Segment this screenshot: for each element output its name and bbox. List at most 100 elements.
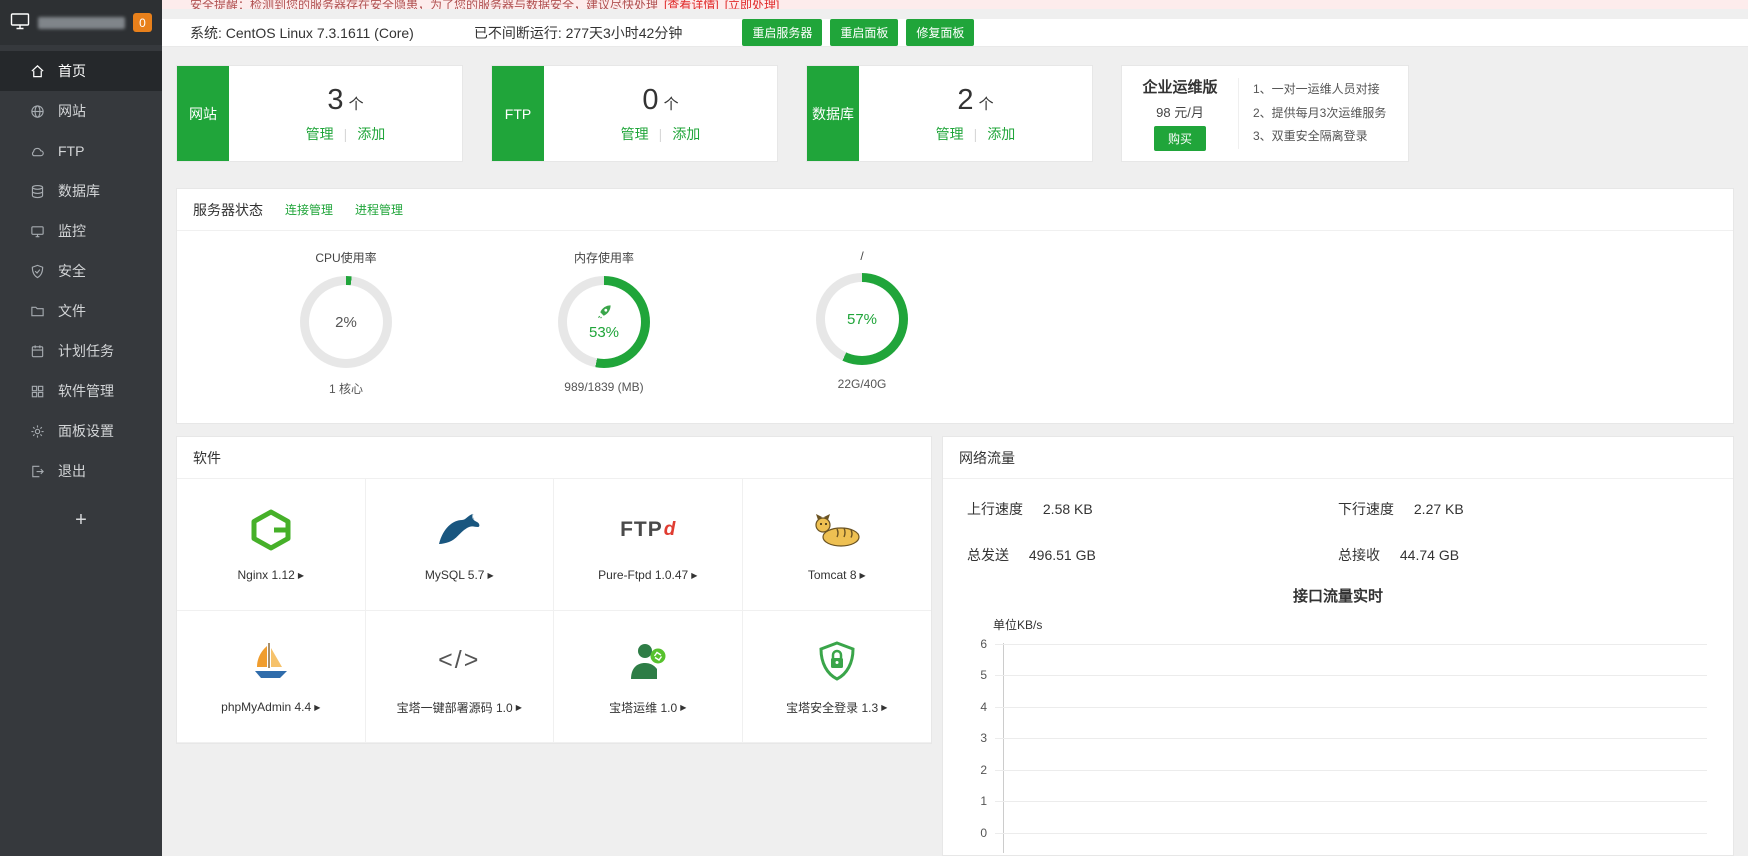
memory-usage-value: 53% bbox=[589, 324, 619, 341]
memory-gauge: 内存使用率 53% 989/1839 (MB) bbox=[475, 249, 733, 397]
process-manage-link[interactable]: 进程管理 bbox=[355, 201, 403, 218]
notice-fix-link[interactable]: [立即处理] bbox=[725, 0, 780, 9]
tomcat-icon bbox=[813, 507, 861, 553]
disk-usage-value: 57% bbox=[847, 311, 877, 328]
software-item-phpmyadmin[interactable]: phpMyAdmin 4.4▶ bbox=[177, 611, 366, 743]
software-item-deploy[interactable]: </> 宝塔一键部署源码 1.0▶ bbox=[366, 611, 555, 743]
software-item-mysql[interactable]: MySQL 5.7▶ bbox=[366, 479, 555, 611]
sidebar-item-logout[interactable]: 退出 bbox=[0, 451, 162, 491]
sidebar-expand-button[interactable]: + bbox=[0, 509, 162, 532]
sidebar-item-security[interactable]: 安全 bbox=[0, 251, 162, 291]
message-count-badge[interactable]: 0 bbox=[133, 13, 152, 32]
app: 0 首页 网站 FTP bbox=[0, 0, 1748, 856]
system-version-text: 系统: CentOS Linux 7.3.1611 (Core) bbox=[190, 23, 414, 43]
count-unit: 个 bbox=[349, 96, 364, 113]
sidebar-item-database[interactable]: 数据库 bbox=[0, 171, 162, 211]
home-icon bbox=[30, 64, 45, 79]
website-add-link[interactable]: 添加 bbox=[357, 124, 385, 144]
sidebar-item-label: FTP bbox=[58, 143, 84, 159]
sidebar-item-website[interactable]: 网站 bbox=[0, 91, 162, 131]
divider: | bbox=[659, 126, 663, 142]
uptime-text: 已不间断运行: 277天3小时42分钟 bbox=[474, 23, 683, 43]
sidebar-menu: 首页 网站 FTP 数据库 bbox=[0, 51, 162, 532]
security-notice-banner: 安全提醒：检测到您的服务器存在安全隐患，为了您的服务器与数据安全，建议尽快处理 … bbox=[162, 0, 1748, 9]
ftp-add-link[interactable]: 添加 bbox=[672, 124, 700, 144]
grid-icon bbox=[30, 384, 45, 399]
software-title: 软件 bbox=[193, 448, 221, 468]
release-memory-icon[interactable] bbox=[597, 304, 612, 322]
main-area: 安全提醒：检测到您的服务器存在安全隐患，为了您的服务器与数据安全，建议尽快处理 … bbox=[162, 0, 1748, 856]
sidebar-item-software[interactable]: 软件管理 bbox=[0, 371, 162, 411]
buy-button[interactable]: 购买 bbox=[1154, 126, 1206, 151]
sidebar-item-files[interactable]: 文件 bbox=[0, 291, 162, 331]
sidebar-item-monitor[interactable]: 监控 bbox=[0, 211, 162, 251]
sidebar-item-settings[interactable]: 面板设置 bbox=[0, 411, 162, 451]
monitor-icon bbox=[30, 224, 45, 239]
y-axis-tick: 1 bbox=[967, 794, 1707, 808]
open-arrow-icon: ▶ bbox=[860, 571, 866, 580]
promo-features: 1、一对一运维人员对接 2、提供每月3次运维服务 3、双重安全隔离登录 bbox=[1238, 78, 1408, 148]
database-stat-label: 数据库 bbox=[807, 66, 859, 161]
gear-icon bbox=[30, 424, 45, 439]
mysql-dolphin-icon bbox=[436, 507, 482, 553]
disk-donut: 57% bbox=[816, 273, 908, 365]
ftp-stat-body: 0个 管理 | 添加 bbox=[544, 66, 777, 161]
ftp-manage-link[interactable]: 管理 bbox=[621, 124, 649, 144]
promo-feature: 3、双重安全隔离登录 bbox=[1253, 125, 1408, 148]
database-count: 2个 bbox=[957, 84, 993, 117]
network-header: 网络流量 bbox=[943, 437, 1733, 479]
software-name: Tomcat 8▶ bbox=[808, 568, 866, 582]
software-header: 软件 bbox=[177, 437, 931, 479]
website-stat-label: 网站 bbox=[177, 66, 229, 161]
software-name: Nginx 1.12▶ bbox=[237, 568, 304, 582]
server-status-body: CPU使用率 2% 1 核心 内存使用率 bbox=[177, 231, 1733, 423]
ftp-logo-text: FTP bbox=[620, 518, 663, 542]
database-add-link[interactable]: 添加 bbox=[987, 124, 1015, 144]
sidebar-item-label: 网站 bbox=[58, 101, 86, 121]
ftp-stat-label: FTP bbox=[492, 66, 544, 161]
connection-manage-link[interactable]: 连接管理 bbox=[285, 201, 333, 218]
up-speed-label: 上行速度 bbox=[967, 501, 1023, 517]
website-stat-body: 3个 管理 | 添加 bbox=[229, 66, 462, 161]
count-number: 3 bbox=[327, 84, 343, 116]
website-manage-link[interactable]: 管理 bbox=[306, 124, 334, 144]
restart-panel-button[interactable]: 重启面板 bbox=[830, 19, 898, 46]
disk-usage-detail: 22G/40G bbox=[838, 377, 887, 391]
logout-icon bbox=[30, 464, 45, 479]
y-axis-tick: 0 bbox=[967, 826, 1707, 840]
software-item-tomcat[interactable]: Tomcat 8▶ bbox=[743, 479, 932, 611]
sidebar-item-cron[interactable]: 计划任务 bbox=[0, 331, 162, 371]
sidebar-item-label: 首页 bbox=[58, 61, 86, 81]
open-arrow-icon: ▶ bbox=[487, 571, 493, 580]
software-item-pureftpd[interactable]: FTPd Pure-Ftpd 1.0.47▶ bbox=[554, 479, 743, 611]
software-name: MySQL 5.7▶ bbox=[425, 568, 494, 582]
divider: | bbox=[974, 126, 978, 142]
ops-person-icon bbox=[627, 638, 669, 684]
notice-detail-link[interactable]: [查看详情] bbox=[664, 0, 719, 9]
database-links: 管理 | 添加 bbox=[936, 124, 1016, 144]
software-item-securelogin[interactable]: 宝塔安全登录 1.3▶ bbox=[743, 611, 932, 743]
cloud-icon bbox=[30, 144, 45, 159]
sidebar-item-ftp[interactable]: FTP bbox=[0, 131, 162, 171]
software-item-ops[interactable]: 宝塔运维 1.0▶ bbox=[554, 611, 743, 743]
restart-server-button[interactable]: 重启服务器 bbox=[742, 19, 822, 46]
database-manage-link[interactable]: 管理 bbox=[936, 124, 964, 144]
software-name: 宝塔一键部署源码 1.0▶ bbox=[397, 699, 522, 716]
software-name: 宝塔运维 1.0▶ bbox=[609, 699, 686, 716]
sidebar-item-label: 面板设置 bbox=[58, 421, 114, 441]
software-item-nginx[interactable]: Nginx 1.12▶ bbox=[177, 479, 366, 611]
cpu-donut-inner: 2% bbox=[309, 285, 383, 359]
network-stats: 上行速度 2.58 KB 下行速度 2.27 KB 总发送 496.51 GB bbox=[943, 479, 1733, 571]
y-axis-tick: 4 bbox=[967, 700, 1707, 714]
sidebar-item-label: 退出 bbox=[58, 461, 86, 481]
disk-gauge: / 57% 22G/40G bbox=[733, 249, 991, 397]
sidebar-item-home[interactable]: 首页 bbox=[0, 51, 162, 91]
globe-icon bbox=[30, 104, 45, 119]
server-status-title: 服务器状态 bbox=[193, 200, 263, 220]
folder-icon bbox=[30, 304, 45, 319]
repair-panel-button[interactable]: 修复面板 bbox=[906, 19, 974, 46]
total-sent-label: 总发送 bbox=[967, 547, 1009, 563]
promo-title: 企业运维版 bbox=[1142, 76, 1217, 97]
y-axis-tick: 2 bbox=[967, 763, 1707, 777]
secure-login-shield-icon bbox=[819, 638, 855, 684]
